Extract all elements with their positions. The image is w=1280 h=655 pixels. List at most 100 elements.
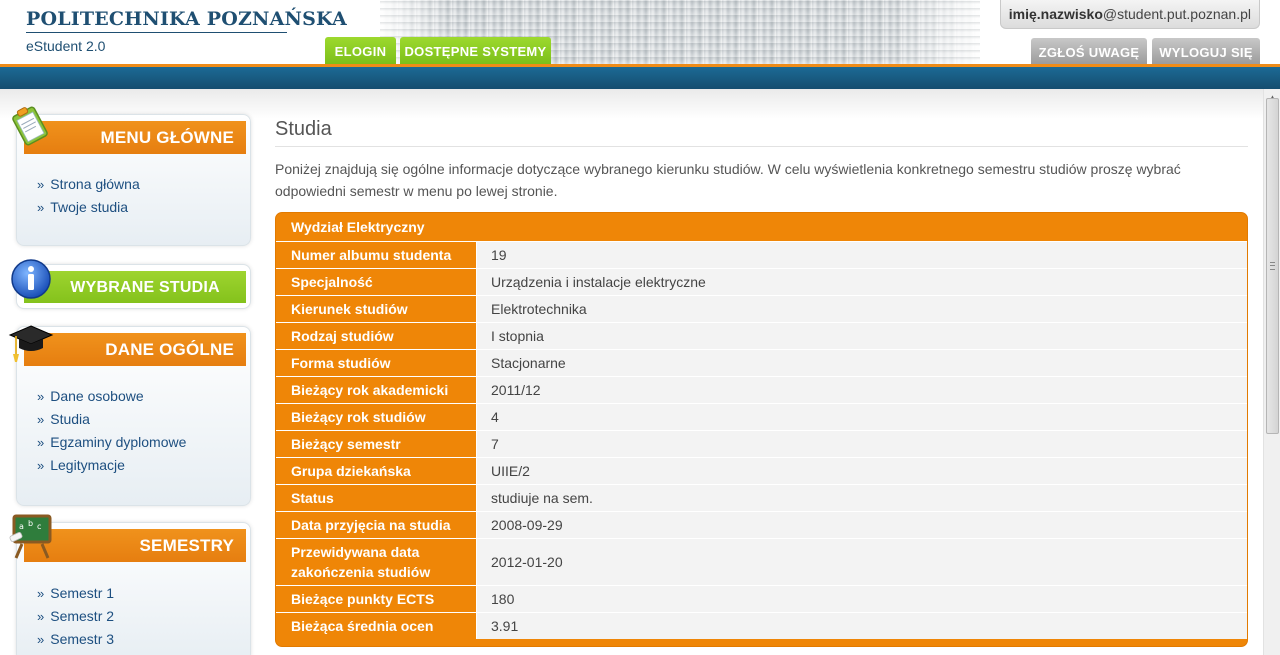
- menu-item-diploma-exams[interactable]: » Egzaminy dyplomowe: [37, 431, 186, 454]
- row-label: Specjalność: [291, 274, 373, 290]
- table-row: Status studiuje na sem.: [276, 484, 1247, 511]
- table-row: Przewidywana data zakończenia studiów 201…: [276, 538, 1247, 585]
- table-row: Bieżący rok akademicki 2011/12: [276, 376, 1247, 403]
- main-menu-list: » Strona główna » Twoje studia: [37, 173, 140, 219]
- menu-item-label[interactable]: Semestr 2: [50, 608, 114, 624]
- menu-item-semester-1[interactable]: » Semestr 1: [37, 582, 114, 605]
- row-value: Urządzenia i instalacje elektryczne: [476, 269, 1247, 295]
- row-label: Bieżąca średnia ocen: [291, 618, 434, 634]
- menu-item-label[interactable]: Dane osobowe: [50, 388, 143, 404]
- logo-divider: [26, 32, 287, 33]
- bullet-icon: »: [37, 609, 45, 624]
- selected-studies-heading[interactable]: WYBRANE STUDIA: [24, 271, 246, 303]
- bullet-icon: »: [37, 458, 45, 473]
- row-label: Forma studiów: [291, 355, 391, 371]
- table-row: Forma studiów Stacjonarne: [276, 349, 1247, 376]
- row-value: 2011/12: [476, 377, 1247, 403]
- row-label: Grupa dziekańska: [291, 463, 411, 479]
- menu-item-semester-3[interactable]: » Semestr 3: [37, 628, 114, 651]
- row-value: 180: [476, 586, 1247, 612]
- bullet-icon: »: [37, 200, 45, 215]
- user-account-box: imię.nazwisko@student.put.poznan.pl: [1000, 0, 1260, 29]
- scrollbar-grip-icon: [1270, 262, 1275, 270]
- logout-button[interactable]: WYLOGUJ SIĘ: [1152, 38, 1260, 64]
- study-info-table: Wydział Elektryczny Numer albumu student…: [275, 212, 1248, 647]
- svg-text:c: c: [37, 522, 41, 531]
- user-name: imię.nazwisko: [1008, 6, 1103, 22]
- menu-item-home[interactable]: » Strona główna: [37, 173, 140, 196]
- bullet-icon: »: [37, 389, 45, 404]
- report-issue-button[interactable]: ZGŁOŚ UWAGĘ: [1031, 38, 1147, 64]
- row-value: 19: [476, 242, 1247, 268]
- bullet-icon: »: [37, 177, 45, 192]
- menu-item-label[interactable]: Semestr 3: [50, 631, 114, 647]
- semesters-list: » Semestr 1 » Semestr 2 » Semestr 3: [37, 582, 114, 651]
- page-title: Studia: [275, 118, 332, 140]
- title-divider: [275, 146, 1248, 147]
- menu-item-studies[interactable]: » Studia: [37, 408, 186, 431]
- table-row: Bieżący rok studiów 4: [276, 403, 1247, 430]
- table-row: Numer albumu studenta 19: [276, 241, 1247, 268]
- clipboard-icon: [12, 106, 48, 146]
- row-label: Numer albumu studenta: [291, 247, 452, 263]
- table-row: Grupa dziekańska UIIE/2: [276, 457, 1247, 484]
- table-row: Bieżące punkty ECTS 180: [276, 585, 1247, 612]
- bullet-icon: »: [37, 632, 45, 647]
- row-value: 2012-01-20: [476, 539, 1247, 585]
- app-name: eStudent 2.0: [26, 38, 106, 54]
- row-value: 3.91: [476, 613, 1247, 639]
- main-menu-heading: MENU GŁÓWNE: [24, 121, 246, 154]
- table-rows: Numer albumu studenta 19 Specjalność Urządz…: [276, 241, 1247, 639]
- menu-item-label[interactable]: Egzaminy dyplomowe: [50, 434, 186, 450]
- header: POLITECHNIKA POZNAŃSKA eStudent 2.0 ELOG…: [0, 0, 1280, 64]
- menu-item-label[interactable]: Semestr 1: [50, 585, 114, 601]
- table-row: Bieżący semestr 7: [276, 430, 1247, 457]
- row-value: UIIE/2: [476, 458, 1247, 484]
- menu-item-personal-data[interactable]: » Dane osobowe: [37, 385, 186, 408]
- row-value: Stacjonarne: [476, 350, 1247, 376]
- faculty-heading: Wydział Elektryczny: [291, 219, 425, 235]
- general-data-heading: DANE OGÓLNE: [24, 333, 246, 366]
- bullet-icon: »: [37, 412, 45, 427]
- bullet-icon: »: [37, 586, 45, 601]
- menu-item-label[interactable]: Strona główna: [50, 176, 140, 192]
- svg-text:a: a: [19, 522, 24, 531]
- menu-item-your-studies[interactable]: » Twoje studia: [37, 196, 140, 219]
- row-label: Bieżący semestr: [291, 436, 401, 452]
- row-label: Przewidywana data zakończenia studiów: [291, 544, 431, 580]
- menu-item-label[interactable]: Studia: [50, 411, 90, 427]
- row-label: Data przyjęcia na studia: [291, 517, 451, 533]
- row-value: 4: [476, 404, 1247, 430]
- tab-available-systems[interactable]: DOSTĘPNE SYSTEMY: [400, 37, 551, 64]
- row-value: studiuje na sem.: [476, 485, 1247, 511]
- row-value: I stopnia: [476, 323, 1247, 349]
- table-row: Rodzaj studiów I stopnia: [276, 322, 1247, 349]
- menu-item-student-ids[interactable]: » Legitymacje: [37, 454, 186, 477]
- scrollbar-thumb[interactable]: [1266, 98, 1279, 434]
- info-icon: [11, 259, 51, 299]
- semesters-heading: SEMESTRY: [24, 529, 246, 562]
- chalkboard-icon: a b c: [9, 514, 52, 559]
- tab-elogin[interactable]: ELOGIN: [325, 37, 396, 64]
- menu-item-label[interactable]: Legitymacje: [50, 457, 125, 473]
- row-label: Bieżący rok studiów: [291, 409, 426, 425]
- header-bar: [0, 64, 1280, 89]
- intro-text: Poniżej znajdują się ogólne informacje d…: [275, 161, 1181, 199]
- row-label: Bieżące punkty ECTS: [291, 591, 435, 607]
- row-value: Elektrotechnika: [476, 296, 1247, 322]
- university-logo-title[interactable]: POLITECHNIKA POZNAŃSKA: [26, 8, 347, 30]
- table-row: Kierunek studiów Elektrotechnika: [276, 295, 1247, 322]
- graduation-cap-icon: [8, 325, 54, 362]
- menu-item-semester-2[interactable]: » Semestr 2: [37, 605, 114, 628]
- row-label: Rodzaj studiów: [291, 328, 394, 344]
- menu-item-label[interactable]: Twoje studia: [50, 199, 128, 215]
- table-row: Data przyjęcia na studia 2008-09-29: [276, 511, 1247, 538]
- general-data-list: » Dane osobowe » Studia » Egzaminy dyplomow…: [37, 385, 186, 477]
- svg-text:b: b: [28, 519, 33, 528]
- bullet-icon: »: [37, 435, 45, 450]
- row-label: Kierunek studiów: [291, 301, 408, 317]
- row-value: 7: [476, 431, 1247, 457]
- row-label: Bieżący rok akademicki: [291, 382, 449, 398]
- vertical-scrollbar[interactable]: ▲: [1263, 89, 1280, 655]
- table-row: Bieżąca średnia ocen 3.91: [276, 612, 1247, 639]
